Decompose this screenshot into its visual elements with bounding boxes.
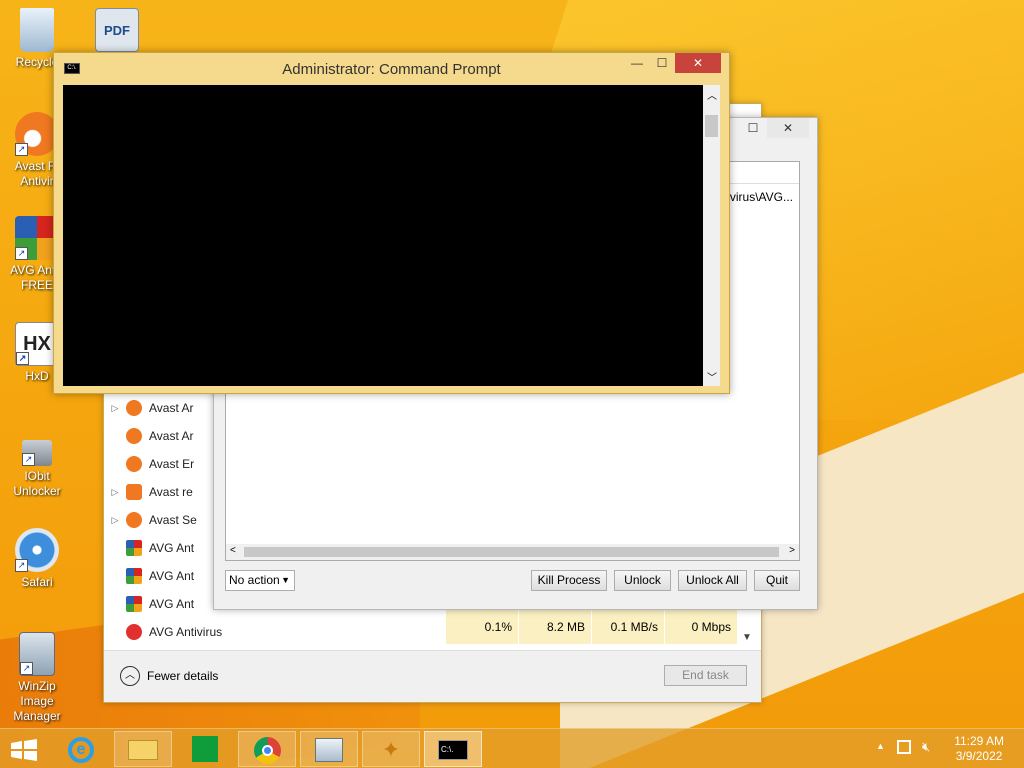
chevron-left-icon[interactable]: < — [230, 545, 236, 556]
desktop-icon-pdf[interactable]: PDF — [80, 8, 154, 55]
avast-process-icon — [126, 512, 142, 528]
cpu-value: 0.1% — [446, 610, 519, 644]
unlock-button[interactable]: Unlock — [614, 570, 671, 591]
desktop-icon-label: Safari — [21, 575, 53, 589]
memory-value: 8.2 MB — [519, 610, 592, 644]
magic-wand-icon: ✦ — [381, 737, 401, 762]
desktop-icon-label: Recycle — [15, 55, 59, 69]
taskbar-wizard-app[interactable]: ✦ — [362, 731, 420, 767]
kill-process-button[interactable]: Kill Process — [531, 570, 607, 591]
avast-process-icon — [126, 428, 142, 444]
shortcut-arrow-icon: ↗ — [15, 143, 28, 156]
process-name: AVG Ant — [149, 569, 195, 583]
vertical-scrollbar[interactable]: ︿ ﹀ — [703, 85, 720, 386]
volume-muted-icon[interactable]: 🔇︎ — [922, 739, 930, 755]
chevron-right-icon[interactable]: > — [789, 545, 795, 556]
shortcut-arrow-icon: ↗ — [20, 662, 33, 675]
close-button[interactable]: ✕ — [675, 53, 721, 73]
avast-process-icon — [126, 456, 142, 472]
process-name: Avast Ar — [149, 429, 194, 443]
internet-explorer-icon: e — [68, 737, 94, 763]
minimize-button[interactable]: — — [626, 53, 648, 73]
winzip-image-icon: ↗ — [19, 632, 55, 676]
chevron-up-icon[interactable]: ︿ — [707, 87, 717, 102]
disk-value: 0.1 MB/s — [592, 610, 665, 644]
show-hidden-icons-icon[interactable]: ▲ — [876, 741, 885, 751]
clock[interactable]: 11:29 AM 3/9/2022 — [954, 734, 1004, 764]
console-output[interactable] — [63, 85, 703, 386]
process-name: Avast Se — [149, 513, 197, 527]
taskbar-store[interactable] — [176, 731, 234, 767]
chevron-down-icon[interactable]: ﹀ — [707, 369, 717, 384]
shortcut-arrow-icon: ↗ — [15, 247, 28, 260]
scrollbar-thumb[interactable] — [705, 115, 718, 137]
process-name: Avast re — [149, 485, 193, 499]
pdf-icon-label: PDF — [104, 23, 130, 38]
chevron-up-icon[interactable]: ︿ — [120, 666, 140, 686]
expand-arrow-icon[interactable]: ▷ — [104, 487, 126, 498]
taskbar-internet-explorer[interactable]: e — [52, 731, 110, 767]
horizontal-scrollbar[interactable]: < > — [226, 544, 799, 560]
monitor-icon — [315, 738, 343, 762]
network-icon[interactable] — [897, 740, 911, 754]
maximize-button[interactable]: ☐ — [741, 118, 765, 138]
title-bar[interactable]: C:\. Administrator: Command Prompt — ☐ ✕ — [54, 53, 729, 83]
scrollbar-thumb[interactable] — [244, 547, 779, 557]
expand-arrow-icon[interactable]: ▷ — [104, 515, 126, 526]
pdf-icon: PDF — [95, 8, 139, 52]
command-prompt-window[interactable]: C:\. Administrator: Command Prompt — ☐ ✕… — [53, 52, 730, 394]
task-manager-footer: ︿ Fewer details End task — [104, 650, 761, 702]
taskbar-resource-monitor[interactable] — [300, 731, 358, 767]
process-name: Avast Ar — [149, 401, 194, 415]
desktop-icon-label: WinZip Image Manager — [13, 679, 61, 723]
avg-process-icon — [126, 540, 142, 556]
shortcut-arrow-icon: ↗ — [22, 453, 35, 466]
avg-antivirus-process-icon — [126, 624, 142, 640]
avast-process-icon — [126, 484, 142, 500]
avg-process-icon — [126, 596, 142, 612]
desktop-icon-label: IObit Unlocker — [13, 469, 61, 498]
unlock-all-button[interactable]: Unlock All — [678, 570, 747, 591]
clock-time: 11:29 AM — [954, 734, 1004, 748]
avg-process-icon — [126, 568, 142, 584]
chevron-down-icon: ▼ — [281, 575, 290, 585]
network-value: 0 Mbps — [665, 610, 738, 644]
maximize-button[interactable]: ☐ — [650, 53, 674, 73]
windows-logo-icon — [11, 739, 37, 761]
taskbar-command-prompt[interactable]: C:\. — [424, 731, 482, 767]
shortcut-arrow-icon: ↗ — [15, 559, 28, 572]
folder-icon — [128, 740, 158, 760]
avast-process-icon — [126, 400, 142, 416]
process-name: AVG Ant — [149, 597, 195, 611]
action-select-value: No action — [229, 573, 280, 587]
store-icon — [192, 736, 218, 762]
desktop-icon-iobit-unlocker[interactable]: ↗ IObit Unlocker — [0, 426, 74, 499]
end-task-button[interactable]: End task — [664, 665, 747, 686]
process-name: AVG Antivirus — [149, 625, 223, 639]
chrome-icon — [253, 737, 281, 764]
close-button[interactable]: ✕ — [767, 118, 809, 138]
iobit-unlocker-icon: ↗ — [22, 440, 52, 466]
taskbar: e ✦ C:\. ▲ 🔇︎ 11:29 AM 3/9/2022 — [0, 728, 1024, 768]
process-name: AVG Ant — [149, 541, 195, 555]
quit-button[interactable]: Quit — [754, 570, 800, 591]
process-name: Avast Er — [149, 457, 195, 471]
cmd-icon: C:\. — [438, 740, 468, 760]
desktop-icon-safari[interactable]: ↗ Safari — [0, 528, 74, 590]
safari-icon: ↗ — [15, 528, 59, 572]
recycle-bin-icon — [20, 8, 54, 52]
shortcut-arrow-icon: ↗ — [16, 352, 29, 365]
scroll-down-arrow-icon[interactable]: ▼ — [742, 632, 752, 643]
desktop-icon-label: HxD — [25, 369, 49, 383]
start-button[interactable] — [10, 739, 38, 761]
expand-arrow-icon[interactable]: ▷ — [104, 403, 126, 414]
fewer-details-link[interactable]: Fewer details — [147, 669, 218, 683]
taskbar-file-explorer[interactable] — [114, 731, 172, 767]
taskbar-chrome[interactable] — [238, 731, 296, 767]
process-metrics: 0.1% 8.2 MB 0.1 MB/s 0 Mbps — [446, 610, 738, 644]
clock-date: 3/9/2022 — [955, 749, 1003, 763]
action-select[interactable]: No action ▼ — [225, 570, 295, 591]
desktop-icon-winzip-image[interactable]: ↗ WinZip Image Manager — [0, 632, 74, 724]
